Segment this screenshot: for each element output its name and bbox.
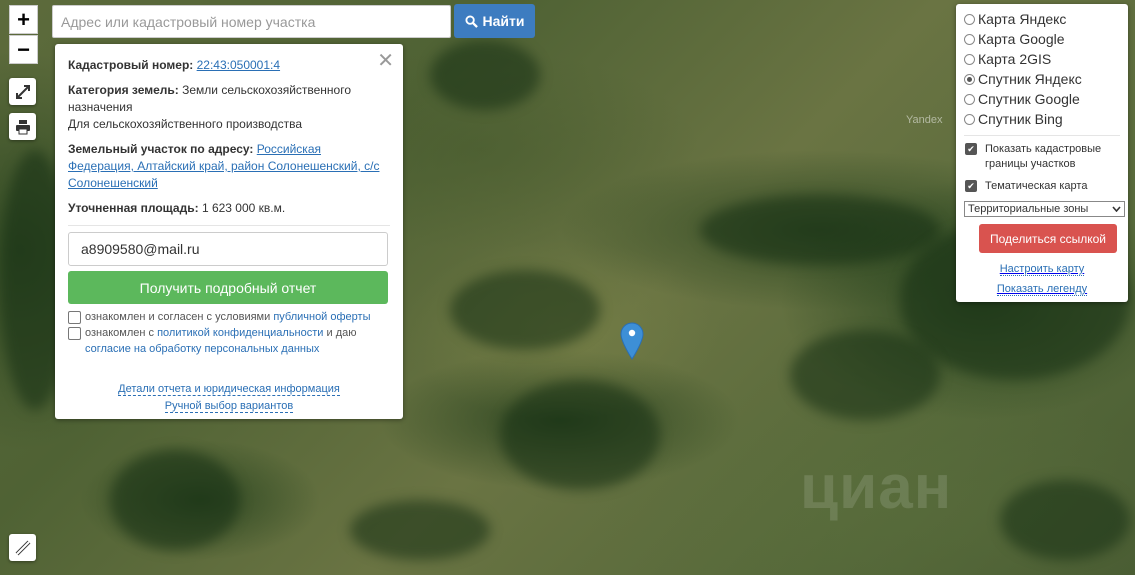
layer-option-label: Спутник Google [978, 91, 1080, 107]
offer-consent-row: ознакомлен и согласен с условиями публич… [68, 309, 390, 325]
map-provider-label: Yandex [906, 114, 943, 126]
layer-option-yandex-map[interactable]: Карта Яндекс [964, 9, 1128, 29]
map-forest-patch [450, 270, 600, 350]
map-pin-icon [620, 322, 644, 360]
layer-radio[interactable] [964, 53, 975, 65]
map-forest-patch [430, 40, 540, 110]
ruler-button[interactable] [9, 534, 36, 561]
map-forest-patch [700, 195, 940, 265]
show-borders-row[interactable]: ✔ Показать кадастровые границы участков [964, 142, 1128, 172]
area-row: Уточненная площадь: 1 623 000 кв.м. [68, 200, 390, 217]
layer-option-yandex-satellite[interactable]: Спутник Яндекс [964, 69, 1128, 89]
show-legend-label: Показать легенду [996, 283, 1088, 296]
manual-selection-link[interactable]: Ручной выбор вариантов [164, 400, 294, 413]
show-borders-checkbox[interactable]: ✔ [965, 143, 977, 155]
cadastral-row: Кадастровый номер: 22:43:050001:4 [68, 57, 390, 74]
search-button[interactable]: Найти [454, 4, 535, 38]
public-offer-link[interactable]: публичной оферты [273, 311, 370, 323]
layer-radio[interactable] [964, 93, 975, 105]
address-row: Земельный участок по адресу: Российская … [68, 141, 390, 192]
privacy-policy-link[interactable]: политикой конфиденциальности [157, 327, 323, 339]
layer-radio-selected[interactable] [964, 73, 975, 85]
expand-icon [15, 84, 30, 99]
area-value: 1 623 000 кв.м. [201, 201, 286, 215]
layer-radio[interactable] [964, 13, 975, 25]
layer-option-2gis-map[interactable]: Карта 2GIS [964, 49, 1128, 69]
thematic-map-checkbox[interactable]: ✔ [965, 180, 977, 192]
category-row: Категория земель: Земли сельскохозяйстве… [68, 82, 390, 133]
offer-consent-text: ознакомлен и согласен с условиями [85, 311, 274, 323]
layer-option-label: Спутник Яндекс [978, 71, 1082, 87]
cadastral-label: Кадастровый номер: [68, 58, 194, 72]
layer-option-label: Карта Google [978, 31, 1065, 47]
category-use: Для сельскохозяйственного производства [68, 117, 303, 131]
offer-consent-checkbox[interactable] [68, 311, 81, 324]
zoom-in-button[interactable]: + [9, 5, 38, 34]
category-label: Категория земель: [68, 83, 179, 97]
fullscreen-button[interactable] [9, 78, 36, 105]
privacy-consent-mid: и даю [323, 327, 357, 339]
address-label: Земельный участок по адресу: [68, 142, 254, 156]
zones-select-value: Территориальные зоны [968, 203, 1089, 215]
zoom-out-button[interactable]: − [9, 35, 38, 64]
privacy-consent-text: ознакомлен с [85, 327, 158, 339]
map-forest-patch [350, 500, 490, 560]
map-forest-patch [110, 450, 240, 550]
search-button-label: Найти [482, 13, 525, 29]
configure-map-label: Настроить карту [999, 263, 1085, 276]
privacy-consent-row: ознакомлен с политикой конфиденциальност… [68, 325, 390, 357]
show-borders-label: Показать кадастровые границы участков [985, 143, 1102, 170]
map-forest-patch [790, 330, 940, 420]
configure-map-link[interactable]: Настроить карту [964, 263, 1128, 276]
layer-radio[interactable] [964, 33, 975, 45]
privacy-consent-checkbox[interactable] [68, 327, 81, 340]
layer-radio[interactable] [964, 113, 975, 125]
cadastral-number-link[interactable]: 22:43:050001:4 [197, 58, 280, 72]
print-icon [15, 119, 30, 134]
ruler-icon [15, 540, 30, 555]
report-details-link[interactable]: Детали отчета и юридическая информация [118, 383, 340, 396]
share-link-button[interactable]: Поделиться ссылкой [979, 224, 1117, 253]
parcel-info-panel: ✕ Кадастровый номер: 22:43:050001:4 Кате… [55, 44, 403, 419]
chevron-down-icon [1112, 206, 1121, 212]
area-label: Уточненная площадь: [68, 201, 199, 215]
layer-option-google-satellite[interactable]: Спутник Google [964, 89, 1128, 109]
search-icon [464, 14, 478, 28]
thematic-zones-select[interactable]: Территориальные зоны [964, 201, 1125, 217]
thematic-map-row[interactable]: ✔ Тематическая карта [964, 179, 1128, 194]
map-forest-patch [500, 380, 660, 490]
layer-option-label: Карта 2GIS [978, 51, 1052, 67]
map-layers-panel: Карта Яндекс Карта Google Карта 2GIS Спу… [956, 4, 1128, 302]
layer-option-bing-satellite[interactable]: Спутник Bing [964, 109, 1128, 129]
divider [68, 225, 390, 226]
watermark: циан [800, 453, 953, 522]
map-forest-patch [1000, 480, 1130, 560]
print-button[interactable] [9, 113, 36, 140]
get-report-button[interactable]: Получить подробный отчет [68, 271, 388, 304]
data-processing-consent-link[interactable]: согласие на обработку персональных данны… [85, 343, 319, 355]
show-legend-link[interactable]: Показать легенду [964, 283, 1128, 296]
divider [964, 135, 1120, 136]
search-input[interactable] [52, 5, 451, 38]
layer-option-label: Карта Яндекс [978, 11, 1067, 27]
email-field[interactable] [68, 232, 388, 266]
location-marker-icon[interactable] [620, 322, 644, 363]
layer-option-label: Спутник Bing [978, 111, 1063, 127]
layer-option-google-map[interactable]: Карта Google [964, 29, 1128, 49]
close-icon[interactable]: ✕ [377, 48, 394, 73]
panel-footer-links: Детали отчета и юридическая информация Р… [68, 381, 390, 415]
thematic-map-label: Тематическая карта [985, 180, 1088, 192]
